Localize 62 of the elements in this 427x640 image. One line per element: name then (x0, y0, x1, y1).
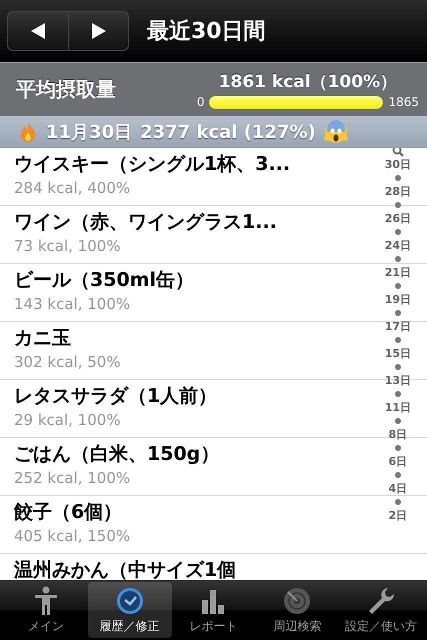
index-label[interactable]: 24日 (384, 238, 411, 253)
food-name[interactable]: ごはん（白米、150g） (14, 441, 220, 467)
food-detail: 73 kcal, 100% (14, 236, 121, 257)
food-name[interactable]: カニ玉 (14, 325, 71, 351)
food-name[interactable]: 温州みかん（中サイズ1個 (14, 557, 236, 580)
right-arrow-icon (90, 22, 108, 40)
left-arrow-icon (29, 22, 47, 40)
index-dot (394, 445, 401, 451)
index-dot (394, 256, 401, 262)
food-detail: 143 kcal, 100% (14, 294, 130, 315)
index-dot (394, 337, 401, 343)
index-dot (394, 175, 401, 181)
index-label[interactable]: 28日 (384, 184, 411, 199)
index-dot (394, 283, 401, 289)
index-dot (394, 391, 401, 397)
tab-button[interactable]: 設定／使い方 (339, 582, 423, 638)
summary-label: 平均摂取量 (16, 76, 117, 103)
bar-min: 0 (196, 95, 204, 109)
index-dot (394, 310, 401, 316)
index-label[interactable]: 26日 (384, 211, 411, 226)
index-label[interactable]: 21日 (384, 265, 411, 280)
clock-icon (114, 586, 145, 616)
nav-title: 最近30日間 (147, 18, 266, 46)
index-label[interactable]: 19日 (384, 292, 411, 307)
index-label[interactable]: 13日 (384, 373, 411, 388)
food-detail: 252 kcal, 100% (14, 468, 130, 489)
average-value: 1861 kcal（100%） (218, 71, 398, 93)
food-name[interactable]: ウイスキー（シングル1杯、3... (14, 151, 290, 177)
tab-button[interactable]: メイン (4, 582, 88, 638)
index-dot (394, 418, 401, 424)
food-detail: 302 kcal, 50% (14, 352, 121, 373)
index-label[interactable]: 4日 (388, 481, 408, 496)
index-label[interactable]: 17日 (384, 319, 411, 334)
flame-icon (18, 121, 38, 143)
food-detail: 405 kcal, 150% (14, 526, 130, 547)
food-name[interactable]: 餃子（6個） (14, 499, 122, 525)
tab-button[interactable]: 履歴／修正 (88, 582, 172, 638)
screaming-face-icon (324, 120, 348, 144)
tab-button[interactable]: 周辺検索 (255, 582, 340, 638)
index-dot (394, 364, 401, 370)
food-detail: 284 kcal, 400% (14, 178, 130, 199)
index-label[interactable]: 8日 (388, 427, 408, 442)
index-label[interactable]: 6日 (388, 454, 408, 469)
index-dot (394, 202, 401, 208)
food-name[interactable]: ビール（350ml缶） (14, 267, 194, 293)
bar-max: 1865 (388, 95, 419, 109)
index-label[interactable]: 30日 (384, 157, 411, 172)
index-dot (394, 499, 401, 505)
radar-icon (282, 586, 312, 616)
search-icon (392, 148, 404, 157)
day-date: 11月30日 (46, 121, 132, 144)
food-name[interactable]: レタスサラダ（1人前） (14, 383, 218, 409)
index-dot (394, 229, 401, 235)
index-dot (394, 472, 401, 478)
tab-button[interactable]: レポート (172, 582, 256, 638)
index-label[interactable]: 15日 (384, 346, 411, 361)
day-total: 2377 kcal (127%) (140, 122, 316, 142)
arrow-segmented-control[interactable] (7, 11, 129, 51)
food-name[interactable]: ワイン（赤、ワイングラス1... (14, 209, 277, 235)
index-label[interactable]: 2日 (388, 508, 408, 523)
index-label[interactable]: 11日 (384, 400, 411, 415)
food-detail: 29 kcal, 100% (14, 410, 121, 431)
